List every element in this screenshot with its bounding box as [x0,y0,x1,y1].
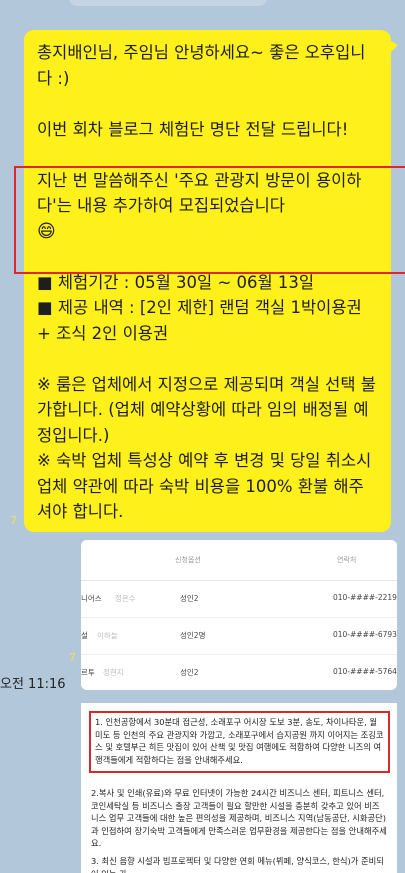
row-name: 르투 [81,668,95,677]
table-row: 설 이하늘 성인2명 010-####-6793 [81,618,397,655]
message-line: ※ 룸은 업체에서 지정으로 제공되며 객실 선택 불가합니다. (업체 예약상… [37,374,376,445]
message-line: 이번 회차 블로그 체험단 명단 전달 드립니다! [37,119,349,139]
message-line: ※ 숙박 업체 특성상 예약 후 변경 및 당일 취소시 업체 약관에 따라 숙… [37,451,377,521]
image-attachment-table[interactable]: 신청옵션 연락처 니어스 정은수 성인2 010-####-2219 설 이하늘… [81,540,397,690]
document-paragraph-block: 2.복사 및 인쇄(유료)와 무료 인터넷이 가능한 24시간 비즈니스 센터,… [91,787,387,850]
row-person: 이하늘 [97,631,118,640]
image-attachment-document[interactable]: 1. 인천공항에서 30분대 접근성, 소래포구 어시장 도보 3분, 송도, … [81,703,397,873]
table-header: 신청옵션 연락처 [81,540,397,581]
message-bubble[interactable]: 총지배인님, 주임님 안녕하세요~ 좋은 오후입니다 :) 이번 회차 블로그 … [24,30,398,532]
column-header-phone: 연락처 [337,556,357,564]
row-phone: 010-####-6793 [333,630,397,639]
document-paragraph: 2.복사 및 인쇄(유료)와 무료 인터넷이 가능한 24시간 비즈니스 센터,… [91,788,387,848]
document-paragraph: 3. 최신 음향 시설과 빔프로젝터 및 다양한 연회 메뉴(뷔페, 양식코스,… [91,856,384,873]
row-phone: 010-####-2219 [333,593,397,602]
message-timestamp: 오전 11:16 [0,677,66,692]
unread-count: 7 [69,651,76,664]
row-phone: 010-####-5764 [333,667,397,676]
document-paragraph: 1. 인천공항에서 30분대 접근성, 소래포구 어시장 도보 3분, 송도, … [95,717,384,765]
row-option: 성인2 [180,668,199,677]
row-option: 성인2 [180,594,199,603]
message-line: ■ 제공 내역 : [2인 제한] 랜덤 객실 1박이용권 + 조식 2인 이용… [37,298,367,343]
message-line-highlighted: 지난 번 말씀해주신 '주요 관광지 방문이 용이하다'는 내용 추가하여 모집… [37,168,378,245]
column-header-option: 신청옵션 [175,556,201,564]
previous-message-stub [68,0,268,6]
row-name: 니어스 [81,594,102,603]
message-line: ■ 체험기간 : 05월 30일 ~ 06월 13일 [37,272,315,292]
message-line: 총지배인님, 주임님 안녕하세요~ 좋은 오후입니다 :) [37,43,366,88]
smiley-icon: 😄 [37,220,56,242]
message-line-text: 지난 번 말씀해주신 '주요 관광지 방문이 용이하다'는 내용 추가하여 모집… [37,170,362,216]
unread-count: 7 [10,514,17,527]
row-name: 설 [81,631,88,640]
bubble-tail [389,40,398,54]
table-row: 르투 정현지 성인2 010-####-5764 [81,655,397,690]
table-row: 니어스 정은수 성인2 010-####-2219 [81,581,397,618]
row-person: 정현지 [103,668,124,677]
row-person: 정은수 [115,594,136,603]
highlight-box: 1. 인천공항에서 30분대 접근성, 소래포구 어시장 도보 3분, 송도, … [89,711,390,773]
document-paragraph-block: 3. 최신 음향 시설과 빔프로젝터 및 다양한 연회 메뉴(뷔페, 양식코스,… [91,855,387,873]
row-option: 성인2명 [180,631,206,640]
